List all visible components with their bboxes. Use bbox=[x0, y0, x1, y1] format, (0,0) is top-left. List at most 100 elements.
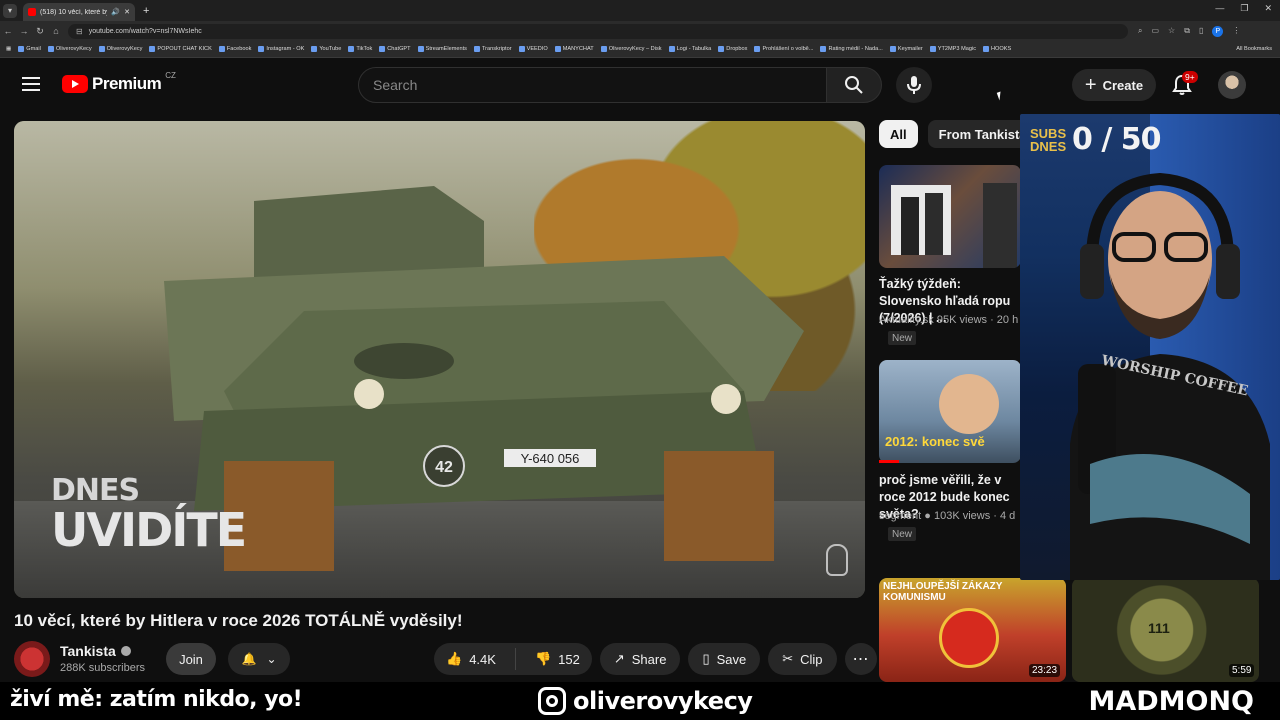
more-actions-button[interactable]: ⋯ bbox=[844, 643, 877, 675]
browser-tab[interactable]: (518) 10 věcí, které by Hitle... 🔊 ✕ bbox=[23, 3, 135, 21]
bookmark-label: OliverovyKecy bbox=[55, 46, 92, 52]
bookmark-favicon-icon bbox=[889, 46, 896, 52]
bookmark-favicon-icon bbox=[754, 46, 761, 52]
save-button[interactable]: ▯ Save bbox=[688, 643, 761, 675]
verified-icon bbox=[120, 646, 131, 656]
like-button[interactable]: 👍 4.4K bbox=[434, 643, 508, 675]
voice-search-button[interactable] bbox=[896, 67, 932, 103]
window-controls: — ❐ ✕ bbox=[1215, 3, 1272, 14]
bookmark-label: YouTube bbox=[319, 46, 342, 52]
license-plate: Y-640 056 bbox=[521, 451, 580, 466]
bookmark-label: Keymailer bbox=[897, 46, 923, 52]
bookmark-item[interactable]: MANYCHAT bbox=[554, 46, 594, 52]
channel-name-row[interactable]: Tankista bbox=[60, 643, 131, 659]
instagram-text: oliverovykecy bbox=[573, 687, 753, 715]
bookmark-item[interactable]: Prohlášení o volbě... bbox=[754, 46, 813, 52]
logo-text: Premium bbox=[92, 74, 162, 93]
bookmark-item[interactable]: TikTok bbox=[348, 46, 372, 52]
search-input[interactable]: Search bbox=[358, 67, 827, 103]
related-thumbnail[interactable]: 2012: konec svě bbox=[879, 360, 1021, 463]
bookmark-item[interactable]: OliverovyKecy bbox=[98, 46, 142, 52]
create-button[interactable]: + Create bbox=[1072, 69, 1156, 101]
youtube-premium-logo[interactable]: Premium CZ bbox=[62, 71, 176, 94]
restore-icon[interactable]: ❐ bbox=[1240, 3, 1248, 14]
bookmark-label: StreamElements bbox=[425, 46, 467, 52]
search-button[interactable] bbox=[826, 67, 882, 103]
screen: ▾ (518) 10 věcí, které by Hitle... 🔊 ✕ +… bbox=[0, 0, 1280, 720]
all-bookmarks-button[interactable]: All Bookmarks bbox=[1236, 46, 1272, 52]
bookmark-item[interactable]: StreamElements bbox=[417, 46, 467, 52]
bookmark-item[interactable]: VEEDIO bbox=[518, 46, 548, 52]
bookmark-item[interactable]: Dropbox bbox=[718, 46, 747, 52]
subscribed-bell-button[interactable]: 🔔 ⌄ bbox=[228, 643, 290, 675]
bookmark-item[interactable]: ChatGPT bbox=[379, 46, 411, 52]
reload-icon[interactable]: ↻ bbox=[32, 26, 48, 37]
sub-goal-label: SUBS DNES bbox=[1030, 125, 1067, 154]
bookmark-item[interactable]: Facebook bbox=[218, 46, 252, 52]
share-label: Share bbox=[631, 651, 667, 667]
address-bar[interactable]: ⊟ youtube.com/watch?v=nsl7NWsIehc bbox=[68, 23, 1128, 39]
bookmark-label: Instagram - OK bbox=[266, 46, 305, 52]
channel-watermark-icon[interactable] bbox=[826, 544, 848, 576]
video-duration: 5:59 bbox=[1229, 664, 1255, 677]
bookmark-item[interactable]: Keymailer bbox=[889, 46, 923, 52]
minimize-icon[interactable]: — bbox=[1215, 3, 1224, 14]
bookmark-item[interactable]: YouTube bbox=[311, 46, 341, 52]
sub-goal-counter: 0 / 50 bbox=[1072, 122, 1161, 157]
plus-icon: + bbox=[1084, 74, 1097, 96]
chip-all[interactable]: All bbox=[879, 120, 918, 148]
related-thumbnail[interactable] bbox=[879, 165, 1021, 268]
tab-close-icon[interactable]: ✕ bbox=[124, 8, 130, 16]
bookmark-item[interactable]: Instagram - OK bbox=[258, 46, 304, 52]
cast-icon[interactable]: ▭ bbox=[1151, 26, 1159, 37]
bookmark-label: Logi - Tabulka bbox=[676, 46, 712, 52]
bookmark-favicon-icon bbox=[718, 46, 725, 52]
bookmark-favicon-icon bbox=[149, 46, 156, 52]
bookmark-item[interactable]: Logi - Tabulka bbox=[668, 46, 712, 52]
video-player[interactable]: 42 Y-640 056 DNES UVIDÍTE bbox=[14, 121, 865, 598]
save-icon: ▯ bbox=[702, 651, 710, 666]
bookmark-item[interactable]: Gmail bbox=[18, 46, 41, 52]
bookmark-label: TikTok bbox=[356, 46, 373, 52]
bookmark-item[interactable]: OliverovyKecy – Disk bbox=[600, 46, 662, 52]
bookmark-item[interactable]: HOOKS bbox=[983, 46, 1011, 52]
related-views: 95K views · 20 h bbox=[936, 314, 1019, 326]
browser-menu-icon[interactable]: ⋮ bbox=[1232, 26, 1240, 37]
forward-icon[interactable]: → bbox=[16, 26, 32, 36]
menu-icon[interactable] bbox=[22, 77, 40, 91]
site-info-icon[interactable]: ⊟ bbox=[76, 27, 83, 36]
sidepanel-icon[interactable]: ▯ bbox=[1199, 26, 1203, 37]
bookmark-label: Facebook bbox=[226, 46, 252, 52]
account-avatar[interactable] bbox=[1218, 71, 1246, 99]
bookmark-star-icon[interactable]: ☆ bbox=[1168, 26, 1175, 37]
extensions-icon[interactable]: ⧉ bbox=[1184, 26, 1190, 37]
bookmark-item[interactable]: Rating médií - Nada... bbox=[820, 46, 883, 52]
dislike-button[interactable]: 👎 152 bbox=[523, 643, 592, 675]
profile-icon[interactable]: P bbox=[1212, 25, 1224, 37]
back-icon[interactable]: ← bbox=[0, 26, 16, 36]
channel-name: Tankista bbox=[60, 643, 116, 659]
new-badge: New bbox=[888, 527, 917, 541]
close-window-icon[interactable]: ✕ bbox=[1264, 3, 1272, 14]
watch-progress-bar bbox=[879, 460, 899, 463]
bookmark-item[interactable]: Transkriptor bbox=[473, 46, 512, 52]
bookmark-favicon-icon bbox=[18, 46, 25, 52]
channel-avatar[interactable] bbox=[14, 641, 50, 677]
bookmark-favicon-icon bbox=[983, 46, 989, 52]
related-channel: Aktuality.sk bbox=[879, 314, 934, 326]
share-button[interactable]: ↗ Share bbox=[599, 643, 681, 675]
clip-button[interactable]: ✂ Clip bbox=[768, 643, 837, 675]
bookmark-favicon-icon bbox=[473, 46, 480, 52]
bookmark-item[interactable]: POPOUT CHAT KICK bbox=[149, 46, 212, 52]
bookmark-item[interactable]: OliverovyKecy bbox=[47, 46, 92, 52]
related-views: 103K views · 4 d bbox=[933, 510, 1016, 522]
new-tab-button[interactable]: + bbox=[143, 5, 149, 17]
apps-icon[interactable]: ▦ bbox=[6, 46, 11, 52]
save-label: Save bbox=[716, 651, 747, 667]
zoom-icon[interactable]: ⌕ bbox=[1138, 26, 1142, 37]
home-icon[interactable]: ⌂ bbox=[48, 26, 64, 36]
bookmark-item[interactable]: YT2MP3 Magic bbox=[929, 46, 976, 52]
tab-search-icon[interactable]: ▾ bbox=[3, 3, 17, 18]
join-button[interactable]: Join bbox=[166, 643, 216, 675]
bookmark-label: VEEDIO bbox=[526, 46, 548, 52]
